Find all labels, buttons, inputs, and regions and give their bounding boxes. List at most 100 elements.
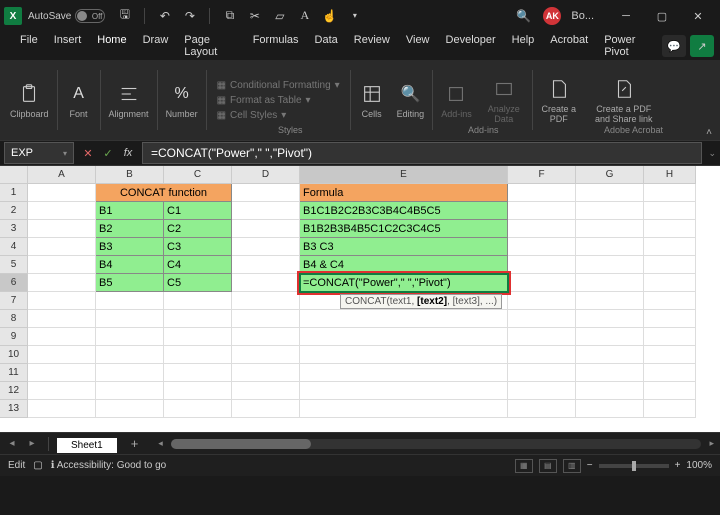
cell-F13[interactable] [508, 400, 576, 418]
create-pdf-button[interactable]: Create a PDF [537, 74, 581, 126]
cell-C13[interactable] [164, 400, 232, 418]
cell-H9[interactable] [644, 328, 696, 346]
column-header-A[interactable]: A [28, 166, 96, 184]
row-header-8[interactable]: 8 [0, 310, 28, 328]
accessibility-status[interactable]: ℹ Accessibility: Good to go [51, 460, 167, 471]
formula-bar-input[interactable]: =CONCAT("Power"," ","Pivot") [142, 142, 702, 164]
dropdown-icon[interactable]: ▾ [347, 8, 362, 23]
cell-G10[interactable] [576, 346, 644, 364]
cell-F6[interactable] [508, 274, 576, 292]
close-button[interactable]: ✕ [680, 2, 716, 30]
cell-D2[interactable] [232, 202, 300, 220]
cell-H10[interactable] [644, 346, 696, 364]
column-header-C[interactable]: C [164, 166, 232, 184]
cell-F11[interactable] [508, 364, 576, 382]
share-button[interactable]: ↗ [690, 35, 714, 57]
cell-E1[interactable]: Formula [300, 184, 508, 202]
cell-E5[interactable]: B4 & C4 [300, 256, 508, 274]
cell-C11[interactable] [164, 364, 232, 382]
row-header-1[interactable]: 1 [0, 184, 28, 202]
column-header-B[interactable]: B [96, 166, 164, 184]
cell-H3[interactable] [644, 220, 696, 238]
comments-button[interactable]: 💬 [662, 35, 686, 57]
cell-G9[interactable] [576, 328, 644, 346]
paste-icon[interactable] [16, 81, 42, 107]
menu-page-layout[interactable]: Page Layout [176, 29, 244, 63]
menu-help[interactable]: Help [504, 29, 543, 63]
menu-power-pivot[interactable]: Power Pivot [596, 29, 662, 63]
cell-B13[interactable] [96, 400, 164, 418]
find-icon[interactable]: 🔍 [397, 81, 423, 107]
cell-H8[interactable] [644, 310, 696, 328]
cell-B10[interactable] [96, 346, 164, 364]
cell-B11[interactable] [96, 364, 164, 382]
cell-D7[interactable] [232, 292, 300, 310]
cell-D8[interactable] [232, 310, 300, 328]
font-size-icon[interactable]: A [66, 81, 92, 107]
enter-formula-icon[interactable]: ✓ [100, 145, 116, 161]
cell-F5[interactable] [508, 256, 576, 274]
zoom-slider[interactable] [599, 464, 669, 468]
cell-A5[interactable] [28, 256, 96, 274]
menu-file[interactable]: File [12, 29, 46, 63]
row-header-12[interactable]: 12 [0, 382, 28, 400]
cell-H6[interactable] [644, 274, 696, 292]
cell-C5[interactable]: C4 [164, 256, 232, 274]
cell-A4[interactable] [28, 238, 96, 256]
undo-icon[interactable]: ↶ [157, 8, 172, 23]
cell-C9[interactable] [164, 328, 232, 346]
cell-B9[interactable] [96, 328, 164, 346]
worksheet-grid[interactable]: ABCDEFGH 12345678910111213 CONCAT functi… [0, 166, 720, 432]
macro-record-icon[interactable]: ▢ [33, 460, 42, 471]
cell-A7[interactable] [28, 292, 96, 310]
zoom-in-button[interactable]: + [675, 460, 681, 471]
cell-A1[interactable] [28, 184, 96, 202]
cell-E3[interactable]: B1B2B3B4B5C1C2C3C4C5 [300, 220, 508, 238]
autosave-toggle[interactable]: AutoSave Off [28, 9, 105, 23]
page-layout-view-button[interactable]: ▤ [539, 459, 557, 473]
row-header-3[interactable]: 3 [0, 220, 28, 238]
save-icon[interactable]: 🖫 [117, 8, 132, 23]
column-header-G[interactable]: G [576, 166, 644, 184]
cell-B3[interactable]: B2 [96, 220, 164, 238]
cell-F1[interactable] [508, 184, 576, 202]
cell-G3[interactable] [576, 220, 644, 238]
cell-C10[interactable] [164, 346, 232, 364]
cell-G13[interactable] [576, 400, 644, 418]
page-break-view-button[interactable]: ▥ [563, 459, 581, 473]
menu-formulas[interactable]: Formulas [245, 29, 307, 63]
cell-C12[interactable] [164, 382, 232, 400]
cell-B5[interactable]: B4 [96, 256, 164, 274]
format-as-table-button[interactable]: ▦ Format as Table ▾ [217, 94, 340, 107]
normal-view-button[interactable]: ▦ [515, 459, 533, 473]
cell-B2[interactable]: B1 [96, 202, 164, 220]
cell-D4[interactable] [232, 238, 300, 256]
cell-E10[interactable] [300, 346, 508, 364]
cell-D13[interactable] [232, 400, 300, 418]
row-header-9[interactable]: 9 [0, 328, 28, 346]
cell-A3[interactable] [28, 220, 96, 238]
cell-A2[interactable] [28, 202, 96, 220]
cut-icon[interactable]: ✂ [247, 8, 262, 23]
cell-E8[interactable] [300, 310, 508, 328]
cell-C3[interactable]: C2 [164, 220, 232, 238]
cell-B8[interactable] [96, 310, 164, 328]
cell-D10[interactable] [232, 346, 300, 364]
cell-H11[interactable] [644, 364, 696, 382]
font-icon[interactable]: A [297, 8, 312, 23]
column-header-H[interactable]: H [644, 166, 696, 184]
maximize-button[interactable]: ▢ [644, 2, 680, 30]
select-all-corner[interactable] [0, 166, 28, 184]
conditional-formatting-button[interactable]: ▦ Conditional Formatting ▾ [217, 79, 340, 92]
cell-D3[interactable] [232, 220, 300, 238]
cell-B12[interactable] [96, 382, 164, 400]
row-header-5[interactable]: 5 [0, 256, 28, 274]
zoom-level[interactable]: 100% [686, 460, 712, 471]
cell-G4[interactable] [576, 238, 644, 256]
cell-H2[interactable] [644, 202, 696, 220]
cell-C8[interactable] [164, 310, 232, 328]
cell-D9[interactable] [232, 328, 300, 346]
row-header-11[interactable]: 11 [0, 364, 28, 382]
cell-F4[interactable] [508, 238, 576, 256]
menu-acrobat[interactable]: Acrobat [542, 29, 596, 63]
